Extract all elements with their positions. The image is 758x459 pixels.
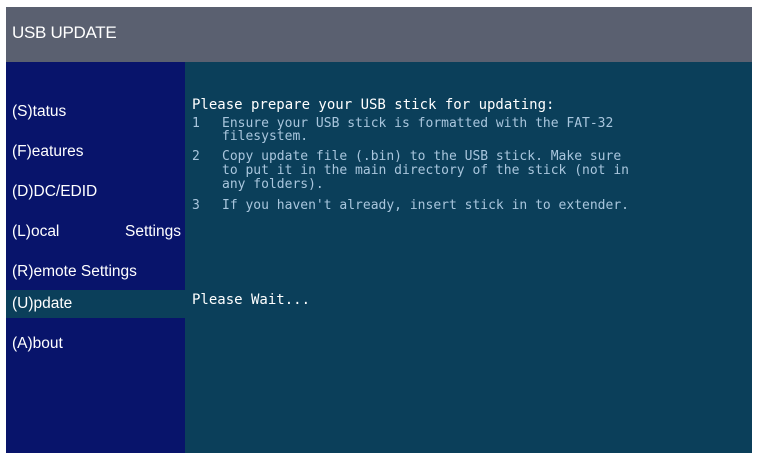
sidebar-menu: (S)tatus (F)eatures (D)DC/EDID (L)ocal S… [6,62,185,453]
menu-item-update[interactable]: (U)pdate [6,290,185,318]
step-2-line-2: to put it in the main directory of the s… [222,163,629,178]
step-3-line-1: If you haven't already, insert stick in … [222,198,629,213]
menu-item-about[interactable]: (A)bout [6,330,185,358]
step-number-1: 1 [192,116,200,131]
menu-item-local-settings-label-right: Settings [124,223,181,240]
window-title: USB UPDATE [12,23,117,42]
step-2-line-1: Copy update file (.bin) to the USB stick… [222,149,622,164]
menu-item-ddc-edid[interactable]: (D)DC/EDID [6,178,185,206]
step-2-line-3: any folders). [222,177,324,192]
menu-item-status[interactable]: (S)tatus [6,98,185,126]
menu-item-remote-settings[interactable]: (R)emote Settings [6,258,185,286]
status-message: Please Wait... [192,292,311,308]
title-bar: USB UPDATE [6,7,752,62]
update-content-panel: Please prepare your USB stick for updati… [185,62,752,453]
menu-item-features[interactable]: (F)eatures [6,138,185,166]
menu-item-local-settings[interactable]: (L)ocal Settings [6,218,185,246]
step-number-2: 2 [192,149,200,164]
usb-update-screen: USB UPDATE (S)tatus (F)eatures (D)DC/EDI… [6,7,752,453]
menu-item-local-settings-label-left: (L)ocal [12,223,60,240]
step-number-3: 3 [192,198,200,213]
step-1-line-2: filesystem. [222,129,309,144]
instructions-heading: Please prepare your USB stick for updati… [192,97,555,113]
